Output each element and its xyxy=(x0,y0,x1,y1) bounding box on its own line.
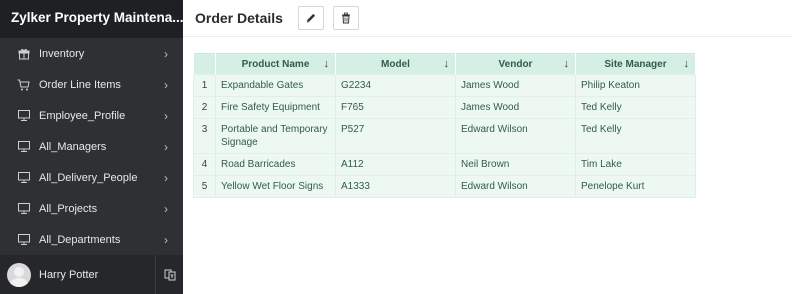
sort-arrow-icon[interactable]: ↓ xyxy=(324,58,330,70)
sort-arrow-icon[interactable]: ↓ xyxy=(444,58,450,70)
sidebar-item-order-line-items[interactable]: Order Line Items › xyxy=(0,69,183,100)
chevron-right-icon: › xyxy=(164,139,168,154)
chevron-right-icon: › xyxy=(164,232,168,247)
user-name[interactable]: Harry Potter xyxy=(39,269,155,281)
cell-product-name[interactable]: Yellow Wet Floor Signs xyxy=(215,175,336,198)
cell-product-name[interactable]: Portable and Temporary Signage xyxy=(215,118,336,154)
row-number: 2 xyxy=(193,96,216,119)
sidebar-item-label: All_Managers xyxy=(39,140,107,153)
page-header: Order Details xyxy=(183,0,792,37)
monitor-icon xyxy=(17,202,30,215)
nav-list: Inventory › Order Line Items › Employee_… xyxy=(0,38,183,254)
sidebar-item-all-delivery-people[interactable]: All_Delivery_People › xyxy=(0,162,183,193)
sidebar-item-employee-profile[interactable]: Employee_Profile › xyxy=(0,100,183,131)
row-number: 5 xyxy=(193,175,216,198)
order-details-table: Product Name ↓ Model ↓ Vendor ↓ Site Man… xyxy=(193,53,696,198)
app-title[interactable]: Zylker Property Maintena... xyxy=(0,0,183,38)
cell-product-name[interactable]: Expandable Gates xyxy=(215,74,336,97)
cell-vendor[interactable]: Edward Wilson xyxy=(455,175,576,198)
cell-model[interactable]: P527 xyxy=(335,118,456,154)
chevron-right-icon: › xyxy=(164,46,168,61)
chevron-right-icon: › xyxy=(164,108,168,123)
sidebar-item-label: All_Projects xyxy=(39,202,98,215)
monitor-icon xyxy=(17,171,30,184)
pencil-icon xyxy=(305,12,317,24)
chevron-right-icon: › xyxy=(164,170,168,185)
sidebar-item-inventory[interactable]: Inventory › xyxy=(0,38,183,69)
cell-vendor[interactable]: James Wood xyxy=(455,74,576,97)
column-header-model[interactable]: Model ↓ xyxy=(335,53,456,75)
column-header-label: Site Manager xyxy=(604,58,667,70)
sort-arrow-icon[interactable]: ↓ xyxy=(684,58,690,70)
cell-model[interactable]: A1333 xyxy=(335,175,456,198)
table-row[interactable]: 3 Portable and Temporary Signage P527 Ed… xyxy=(193,118,696,154)
table-row[interactable]: 4 Road Barricades A112 Neil Brown Tim La… xyxy=(193,153,696,176)
cell-vendor[interactable]: Neil Brown xyxy=(455,153,576,176)
column-header-label: Product Name xyxy=(241,58,310,70)
cell-site-manager[interactable]: Penelope Kurt xyxy=(575,175,696,198)
sidebar-item-label: Order Line Items xyxy=(39,78,121,91)
row-number: 3 xyxy=(193,118,216,154)
column-header-site-manager[interactable]: Site Manager ↓ xyxy=(575,53,696,75)
cell-site-manager[interactable]: Philip Keaton xyxy=(575,74,696,97)
sidebar-item-label: All_Delivery_People xyxy=(39,171,138,184)
table-row[interactable]: 1 Expandable Gates G2234 James Wood Phil… xyxy=(193,74,696,97)
cart-icon xyxy=(17,78,30,91)
sidebar-item-label: Inventory xyxy=(39,47,85,60)
monitor-icon xyxy=(17,109,30,122)
cell-vendor[interactable]: James Wood xyxy=(455,96,576,119)
monitor-icon xyxy=(17,140,30,153)
sidebar-item-label: All_Departments xyxy=(39,233,121,246)
cell-model[interactable]: F765 xyxy=(335,96,456,119)
table-row[interactable]: 2 Fire Safety Equipment F765 James Wood … xyxy=(193,96,696,119)
row-number: 4 xyxy=(193,153,216,176)
cell-vendor[interactable]: Edward Wilson xyxy=(455,118,576,154)
table-row[interactable]: 5 Yellow Wet Floor Signs A1333 Edward Wi… xyxy=(193,175,696,198)
trash-icon xyxy=(340,12,352,24)
cell-product-name[interactable]: Fire Safety Equipment xyxy=(215,96,336,119)
column-header-label: Vendor xyxy=(498,58,533,70)
cell-site-manager[interactable]: Tim Lake xyxy=(575,153,696,176)
cell-site-manager[interactable]: Ted Kelly xyxy=(575,96,696,119)
avatar[interactable] xyxy=(7,262,31,287)
sort-arrow-icon[interactable]: ↓ xyxy=(564,58,570,70)
monitor-icon xyxy=(17,233,30,246)
cell-model[interactable]: A112 xyxy=(335,153,456,176)
sidebar-item-all-managers[interactable]: All_Managers › xyxy=(0,131,183,162)
table-header-row: Product Name ↓ Model ↓ Vendor ↓ Site Man… xyxy=(193,53,696,75)
cell-product-name[interactable]: Road Barricades xyxy=(215,153,336,176)
edit-button[interactable] xyxy=(298,6,324,30)
column-header-product-name[interactable]: Product Name ↓ xyxy=(215,53,336,75)
row-number-header xyxy=(193,53,216,75)
page-title: Order Details xyxy=(195,10,283,26)
gift-icon xyxy=(17,47,30,60)
sidebar-item-all-projects[interactable]: All_Projects › xyxy=(0,193,183,224)
sidebar-item-label: Employee_Profile xyxy=(39,109,126,122)
cell-site-manager[interactable]: Ted Kelly xyxy=(575,118,696,154)
column-header-vendor[interactable]: Vendor ↓ xyxy=(455,53,576,75)
column-header-label: Model xyxy=(381,58,410,70)
language-switch-icon[interactable] xyxy=(155,255,183,294)
row-number: 1 xyxy=(193,74,216,97)
sidebar-item-all-departments[interactable]: All_Departments › xyxy=(0,224,183,254)
cell-model[interactable]: G2234 xyxy=(335,74,456,97)
user-bar: Harry Potter xyxy=(0,255,183,294)
sidebar: Zylker Property Maintena... Inventory › … xyxy=(0,0,183,294)
chevron-right-icon: › xyxy=(164,77,168,92)
chevron-right-icon: › xyxy=(164,201,168,216)
delete-button[interactable] xyxy=(333,6,359,30)
